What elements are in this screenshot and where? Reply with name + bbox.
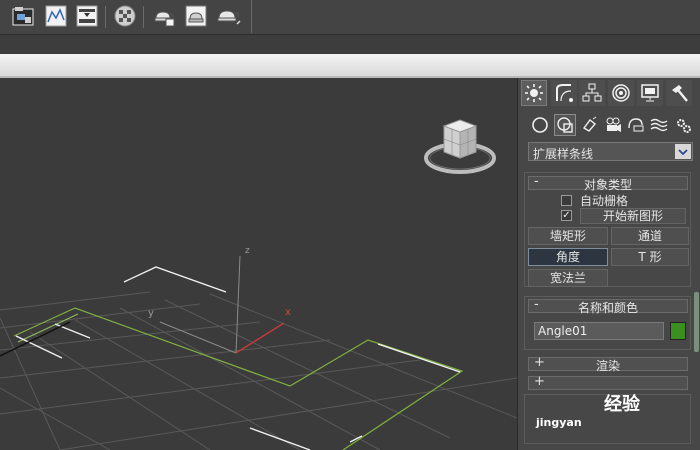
command-panel: 扩展样条线 - 对象类型 自动栅格 ✓ 开始新图形 墙矩形 通道 角度 T 形 …	[517, 78, 700, 450]
bend-icon	[556, 84, 573, 102]
ribbon-strip	[0, 54, 700, 78]
perspective-viewport[interactable]: z y x	[0, 78, 517, 450]
channel-button[interactable]: 通道	[611, 227, 689, 245]
flashlight-icon	[582, 116, 597, 132]
autogrid-label: 自动栅格	[580, 194, 629, 208]
panel-scrollbar[interactable]	[694, 292, 699, 352]
tape-measure-icon	[628, 118, 644, 132]
schematic-view-icon[interactable]	[74, 3, 100, 29]
monitor-icon	[641, 84, 659, 102]
material-editor-icon[interactable]	[112, 3, 138, 29]
render-production-icon[interactable]	[215, 3, 241, 29]
y-axis-label: y	[148, 308, 154, 319]
start-new-shape-checkbox[interactable]: ✓	[561, 210, 572, 221]
object-name-field[interactable]: Angle01	[534, 322, 664, 340]
shapes-icon	[557, 117, 573, 133]
curve-editor-icon[interactable]	[43, 3, 69, 29]
toolbar-separator	[105, 6, 106, 28]
cameras-category[interactable]	[602, 114, 624, 136]
camera-icon	[606, 117, 621, 132]
tee-button[interactable]: T 形	[611, 248, 689, 266]
toolbar-separator	[143, 6, 144, 28]
render-setup-icon[interactable]	[151, 3, 177, 29]
interpolation-rollout-header[interactable]: +	[528, 374, 688, 390]
display-tab[interactable]	[637, 80, 663, 106]
object-color-swatch[interactable]	[670, 322, 686, 340]
start-new-shape-button[interactable]: 开始新图形	[580, 208, 686, 224]
angle-shape-edge	[17, 313, 79, 343]
z-axis-label: z	[245, 246, 250, 256]
chevron-down-icon[interactable]	[675, 144, 691, 159]
x-axis-label: x	[285, 307, 291, 318]
main-toolbar	[0, 0, 700, 35]
autogrid-checkbox[interactable]	[561, 195, 572, 206]
motion-icon	[612, 84, 630, 102]
shapes-category[interactable]	[554, 114, 576, 136]
shape-type-dropdown[interactable]: 扩展样条线	[528, 142, 693, 161]
rendering-rollout-header[interactable]: + 渲染	[528, 355, 688, 373]
hierarchy-tab[interactable]	[579, 80, 605, 106]
view-cube	[424, 119, 496, 174]
hierarchy-icon	[582, 83, 602, 102]
wall-rectangle-button[interactable]: 墙矩形	[528, 227, 608, 245]
waves-icon	[650, 118, 668, 132]
geometry-category[interactable]	[529, 114, 551, 136]
layer-manager-icon[interactable]	[10, 3, 36, 29]
gears-icon	[677, 119, 691, 133]
lights-category[interactable]	[579, 114, 601, 136]
name-color-header[interactable]: - 名称和颜色	[528, 297, 688, 315]
wide-flange-button[interactable]: 宽法兰	[528, 269, 608, 287]
object-type-header[interactable]: - 对象类型	[528, 174, 688, 192]
modify-tab[interactable]	[551, 80, 577, 106]
viewport-grid	[0, 291, 517, 450]
hammer-icon	[672, 85, 688, 102]
watermark-text: 经验	[604, 394, 640, 415]
helpers-category[interactable]	[625, 114, 647, 136]
rendered-frame-icon[interactable]	[183, 3, 209, 29]
circle-icon	[532, 117, 548, 133]
create-tab[interactable]	[521, 80, 547, 106]
secondary-toolbar	[0, 35, 700, 54]
expand-sign: +	[534, 374, 545, 389]
space-warps-category[interactable]	[648, 114, 670, 136]
selected-edges	[15, 323, 461, 450]
motion-tab[interactable]	[608, 80, 634, 106]
watermark-subtext: jingyan	[536, 416, 582, 429]
dropdown-value: 扩展样条线	[533, 147, 594, 161]
rollout-title: 名称和颜色	[577, 301, 638, 315]
angle-button[interactable]: 角度	[528, 248, 608, 266]
rollout-title: 对象类型	[583, 178, 632, 192]
preview-shape	[123, 266, 227, 293]
systems-category[interactable]	[672, 114, 694, 136]
angle-shape-outline	[13, 307, 464, 450]
utilities-tab[interactable]	[666, 80, 692, 106]
rollout-title: 渲染	[595, 359, 620, 373]
sun-icon	[525, 84, 543, 102]
y-axis-line	[159, 321, 237, 354]
